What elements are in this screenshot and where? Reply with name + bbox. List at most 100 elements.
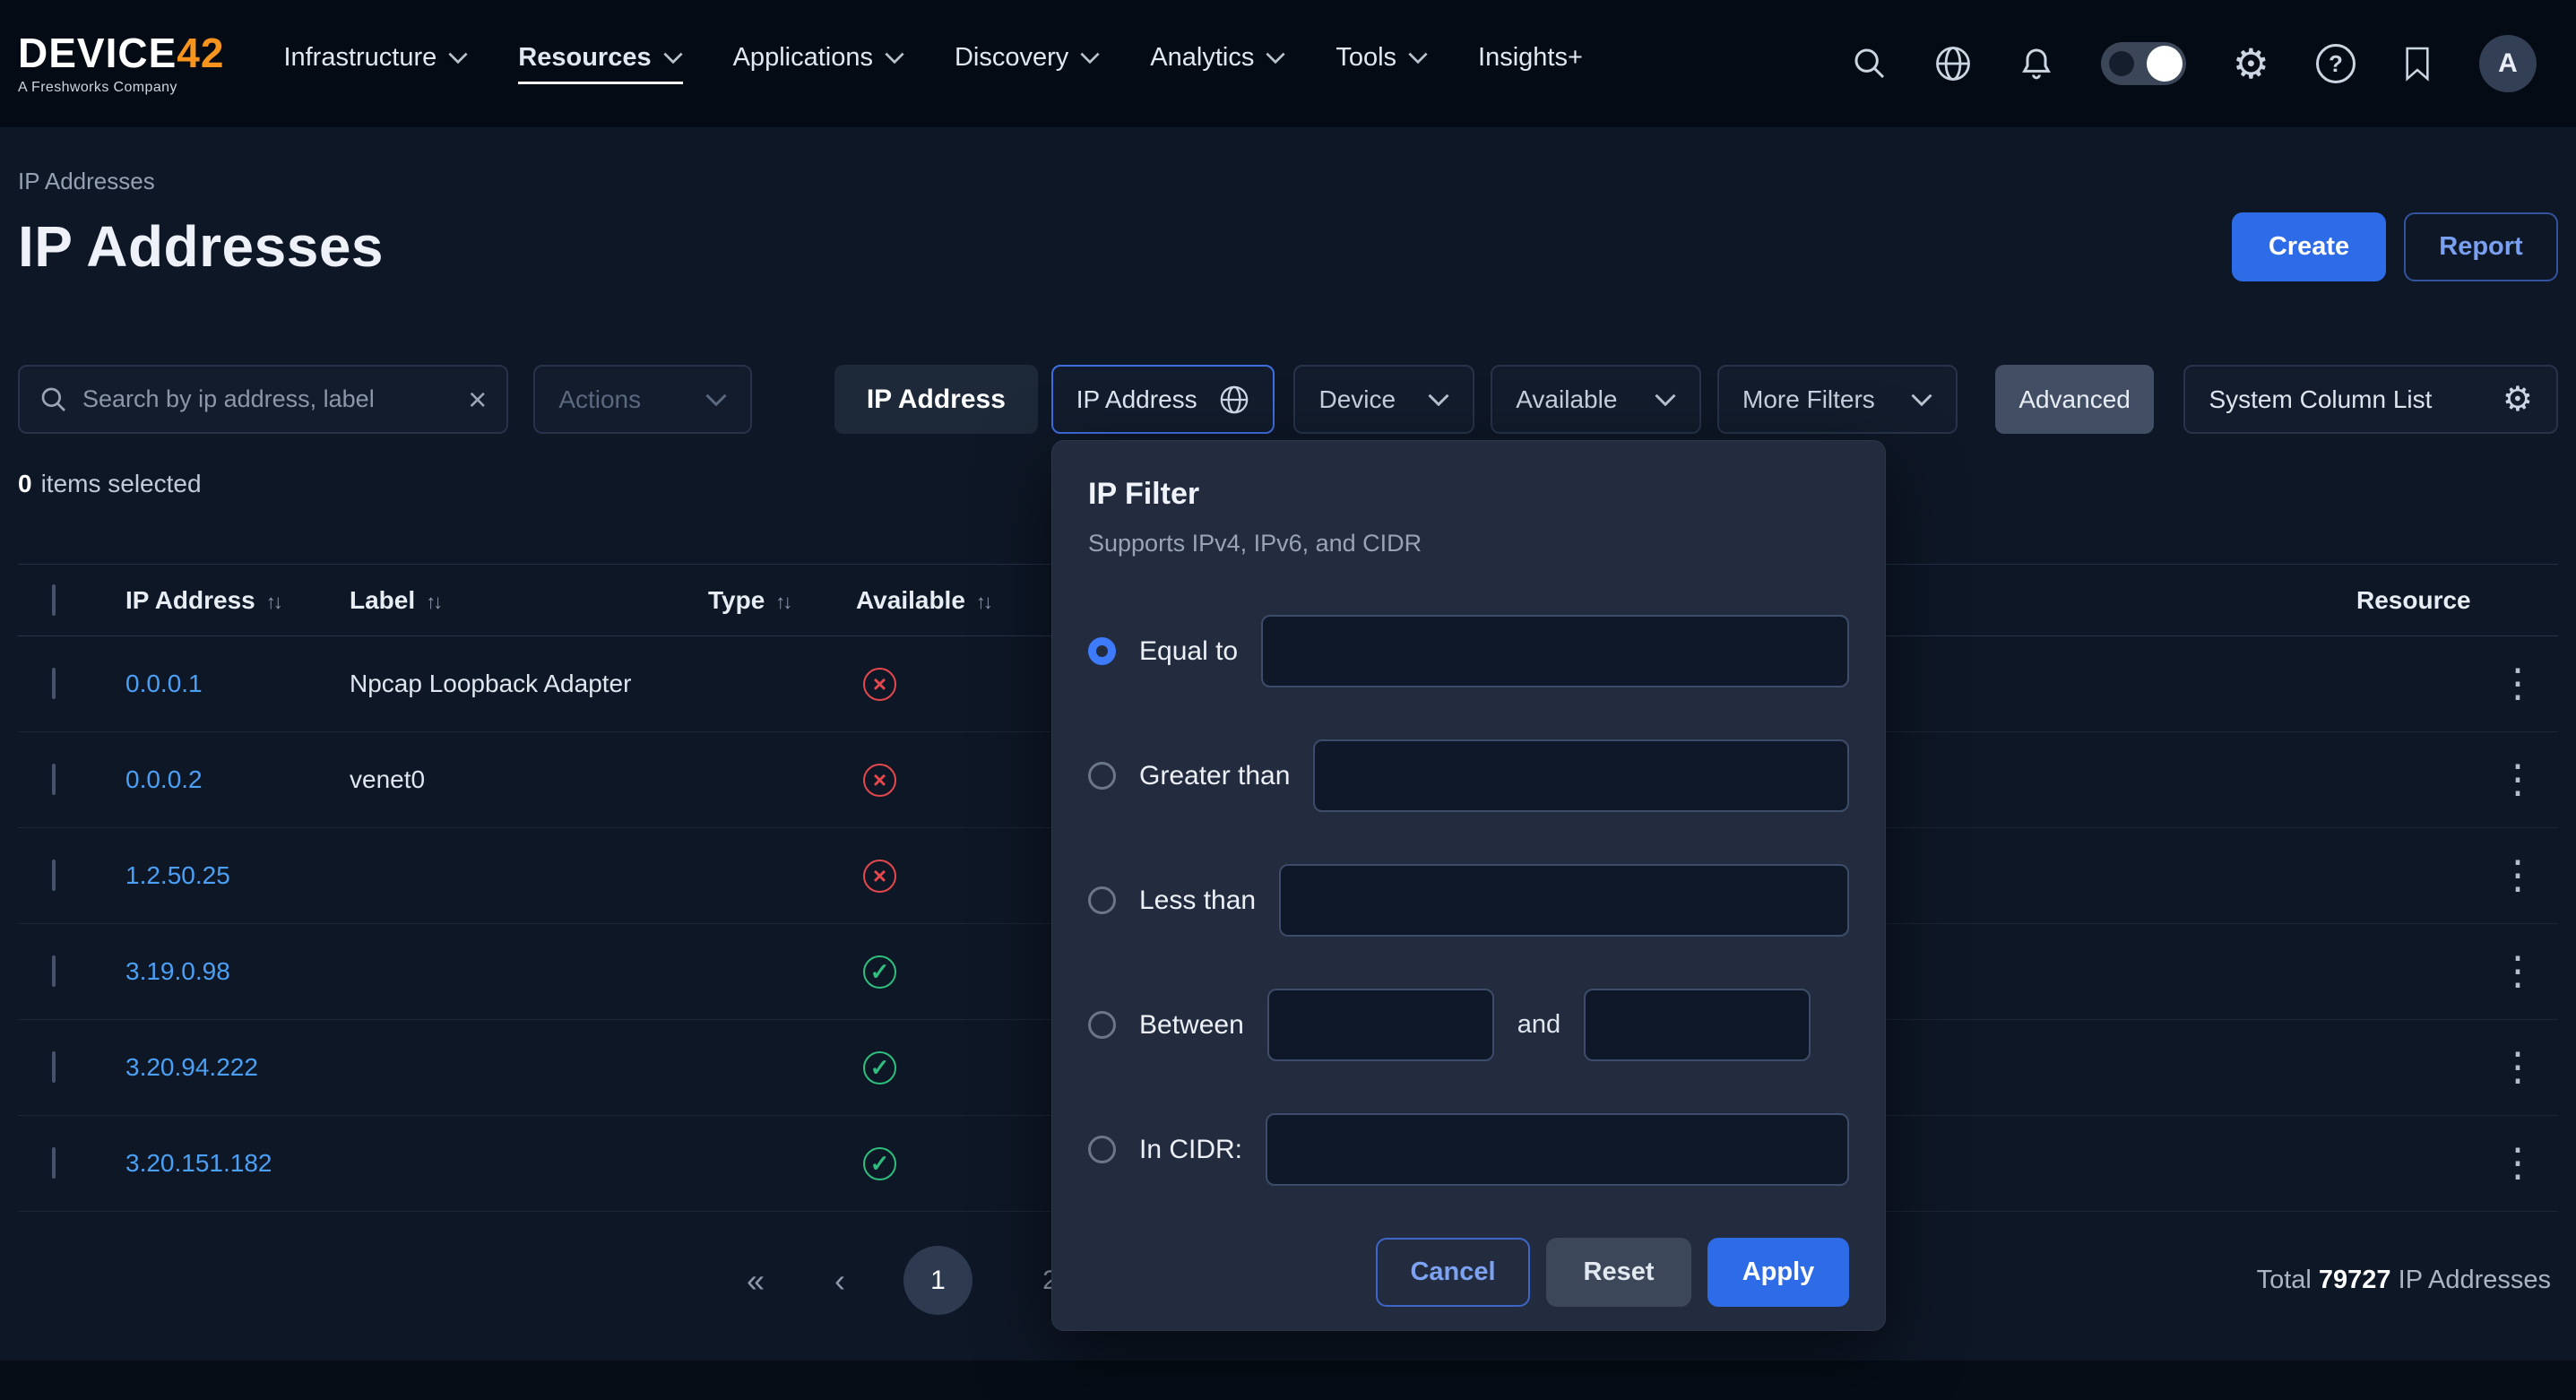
search-box[interactable]: × bbox=[18, 365, 508, 434]
system-column-list-button[interactable]: System Column List ⚙ bbox=[2183, 365, 2558, 434]
toggle-knob bbox=[2147, 46, 2183, 82]
radio-icon bbox=[1088, 637, 1116, 665]
row-checkbox[interactable] bbox=[52, 1051, 56, 1083]
row-checkbox[interactable] bbox=[52, 668, 56, 699]
chevron-down-icon bbox=[1655, 393, 1676, 406]
create-button[interactable]: Create bbox=[2232, 212, 2386, 281]
row-menu-kebab-icon[interactable] bbox=[2498, 760, 2537, 799]
ip-address-link[interactable]: 3.20.94.222 bbox=[125, 1053, 258, 1081]
brand-tagline: A Freshworks Company bbox=[18, 81, 224, 95]
radio-option-less-than[interactable]: Less than bbox=[1088, 864, 1849, 937]
selection-count: 0 bbox=[18, 470, 32, 497]
greater-than-input[interactable] bbox=[1313, 739, 1849, 812]
option-label: Equal to bbox=[1139, 636, 1238, 667]
report-button[interactable]: Report bbox=[2404, 212, 2558, 281]
nav-item-insights[interactable]: Insights+ bbox=[1478, 0, 1583, 127]
nav-item-resources[interactable]: Resources bbox=[518, 0, 682, 127]
chevron-down-icon bbox=[448, 52, 468, 64]
column-label: Label bbox=[350, 586, 415, 615]
help-icon[interactable] bbox=[2316, 44, 2356, 83]
between-from-input[interactable] bbox=[1267, 989, 1494, 1061]
ip-address-link[interactable]: 1.2.50.25 bbox=[125, 861, 230, 889]
column-label: Available bbox=[856, 586, 965, 615]
column-header-label[interactable]: Label bbox=[350, 586, 708, 615]
radio-option-between[interactable]: Between and bbox=[1088, 989, 1849, 1061]
column-header-ip[interactable]: IP Address bbox=[125, 586, 350, 615]
less-than-input[interactable] bbox=[1279, 864, 1849, 937]
nav-item-tools[interactable]: Tools bbox=[1336, 0, 1428, 127]
ip-address-link[interactable]: 0.0.0.1 bbox=[125, 670, 203, 697]
row-menu-kebab-icon[interactable] bbox=[2498, 856, 2537, 895]
row-menu-kebab-icon[interactable] bbox=[2498, 664, 2537, 704]
unavailable-icon bbox=[863, 764, 896, 797]
globe-icon[interactable] bbox=[1934, 45, 1972, 82]
popover-subtitle: Supports IPv4, IPv6, and CIDR bbox=[1088, 530, 1849, 557]
device-dropdown[interactable]: Device bbox=[1293, 365, 1474, 434]
radio-icon bbox=[1088, 1011, 1116, 1039]
total-suffix: IP Addresses bbox=[2399, 1266, 2551, 1294]
search-input[interactable] bbox=[82, 385, 454, 413]
radio-option-equal-to[interactable]: Equal to bbox=[1088, 615, 1849, 687]
in-cidr-input[interactable] bbox=[1266, 1113, 1849, 1186]
row-menu-kebab-icon[interactable] bbox=[2498, 952, 2537, 991]
moon-icon bbox=[2109, 51, 2134, 76]
radio-icon bbox=[1088, 762, 1116, 790]
radio-option-greater-than[interactable]: Greater than bbox=[1088, 739, 1849, 812]
navbar-icons: ⚙ A bbox=[1852, 35, 2537, 92]
gear-icon: ⚙ bbox=[2503, 383, 2533, 417]
page-1-button[interactable]: 1 bbox=[903, 1246, 972, 1315]
row-menu-kebab-icon[interactable] bbox=[2498, 1144, 2537, 1183]
filter-chip-ip-address[interactable]: IP Address bbox=[834, 365, 1038, 434]
actions-dropdown[interactable]: Actions bbox=[533, 365, 752, 434]
reset-button[interactable]: Reset bbox=[1546, 1238, 1691, 1307]
ip-address-link[interactable]: 0.0.0.2 bbox=[125, 765, 203, 793]
first-page-icon[interactable] bbox=[735, 1260, 776, 1301]
equal-to-input[interactable] bbox=[1261, 615, 1849, 687]
available-dropdown[interactable]: Available bbox=[1491, 365, 1701, 434]
between-to-input[interactable] bbox=[1584, 989, 1811, 1061]
cancel-button[interactable]: Cancel bbox=[1376, 1238, 1530, 1307]
nav-item-discovery[interactable]: Discovery bbox=[955, 0, 1100, 127]
notifications-bell-icon[interactable] bbox=[2018, 46, 2054, 82]
ip-address-link[interactable]: 3.20.151.182 bbox=[125, 1149, 272, 1177]
more-filters-dropdown[interactable]: More Filters bbox=[1717, 365, 1958, 434]
breadcrumb[interactable]: IP Addresses bbox=[18, 168, 2558, 194]
column-label: IP Address bbox=[125, 586, 255, 615]
label-cell: Npcap Loopback Adapter bbox=[350, 670, 708, 698]
previous-page-icon[interactable] bbox=[819, 1260, 860, 1301]
option-label: Less than bbox=[1139, 886, 1256, 916]
advanced-button[interactable]: Advanced bbox=[1995, 365, 2155, 434]
brand-logo[interactable]: DEVICE42 A Freshworks Company bbox=[18, 32, 224, 95]
radio-option-in-cidr[interactable]: In CIDR: bbox=[1088, 1113, 1849, 1186]
unavailable-icon bbox=[863, 860, 896, 893]
apply-button[interactable]: Apply bbox=[1707, 1238, 1849, 1307]
clear-search-icon[interactable]: × bbox=[468, 384, 487, 416]
nav-item-analytics[interactable]: Analytics bbox=[1150, 0, 1285, 127]
search-icon[interactable] bbox=[1852, 46, 1888, 82]
settings-gear-icon[interactable]: ⚙ bbox=[2233, 43, 2269, 84]
total-count: Total 79727 IP Addresses bbox=[2257, 1266, 2558, 1295]
select-all-checkbox[interactable] bbox=[52, 584, 56, 616]
row-checkbox[interactable] bbox=[52, 860, 56, 891]
theme-toggle[interactable] bbox=[2101, 42, 2186, 85]
nav-label: Applications bbox=[733, 43, 873, 73]
chevron-down-icon bbox=[1408, 52, 1428, 64]
nav-item-applications[interactable]: Applications bbox=[733, 0, 904, 127]
ip-address-link[interactable]: 3.19.0.98 bbox=[125, 957, 230, 985]
unavailable-icon bbox=[863, 668, 896, 701]
row-menu-kebab-icon[interactable] bbox=[2498, 1048, 2537, 1087]
and-label: and bbox=[1517, 1010, 1560, 1040]
bookmark-icon[interactable] bbox=[2402, 46, 2433, 82]
selection-label: items selected bbox=[41, 470, 202, 497]
nav-label: Tools bbox=[1336, 43, 1396, 73]
nav-item-infrastructure[interactable]: Infrastructure bbox=[283, 0, 468, 127]
actions-label: Actions bbox=[558, 385, 641, 414]
ip-address-filter-dropdown[interactable]: IP Address bbox=[1051, 365, 1275, 434]
chevron-down-icon bbox=[705, 393, 727, 406]
column-header-type[interactable]: Type bbox=[708, 586, 856, 615]
column-header-resource[interactable]: Resource bbox=[2325, 586, 2477, 615]
row-checkbox[interactable] bbox=[52, 1147, 56, 1179]
row-checkbox[interactable] bbox=[52, 764, 56, 795]
row-checkbox[interactable] bbox=[52, 955, 56, 987]
avatar[interactable]: A bbox=[2479, 35, 2537, 92]
